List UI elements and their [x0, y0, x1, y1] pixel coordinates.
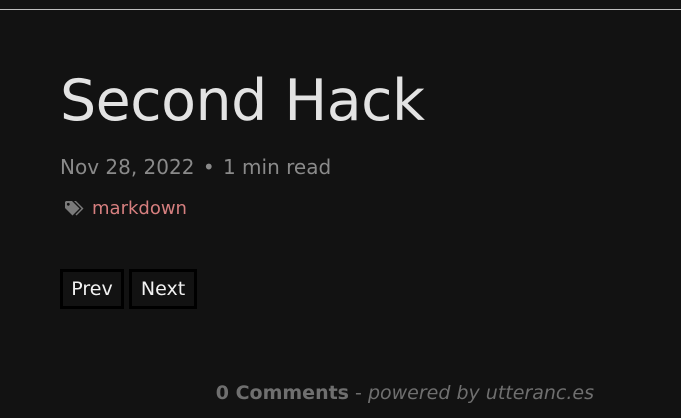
top-divider: [0, 9, 681, 10]
powered-by-label: powered by utteranc.es: [367, 382, 594, 404]
read-time: 1 min read: [222, 155, 332, 179]
post-page: Second Hack Nov 28, 2022 • 1 min read ma…: [0, 0, 681, 418]
comments-dash: -: [355, 382, 362, 404]
page-title: Second Hack: [60, 68, 425, 134]
tag-list: markdown: [64, 198, 187, 219]
comments-count-link[interactable]: 0 Comments: [216, 382, 349, 404]
tags-icon: [64, 200, 88, 218]
meta-separator: •: [202, 155, 215, 179]
next-button[interactable]: Next: [129, 269, 197, 309]
comments-header: 0 Comments - powered by utteranc.es: [216, 382, 594, 404]
prev-button[interactable]: Prev: [60, 269, 124, 309]
post-pagination: Prev Next: [60, 269, 197, 309]
post-date: Nov 28, 2022: [60, 155, 195, 179]
tag-link-markdown[interactable]: markdown: [92, 198, 187, 219]
post-meta: Nov 28, 2022 • 1 min read: [60, 155, 331, 179]
